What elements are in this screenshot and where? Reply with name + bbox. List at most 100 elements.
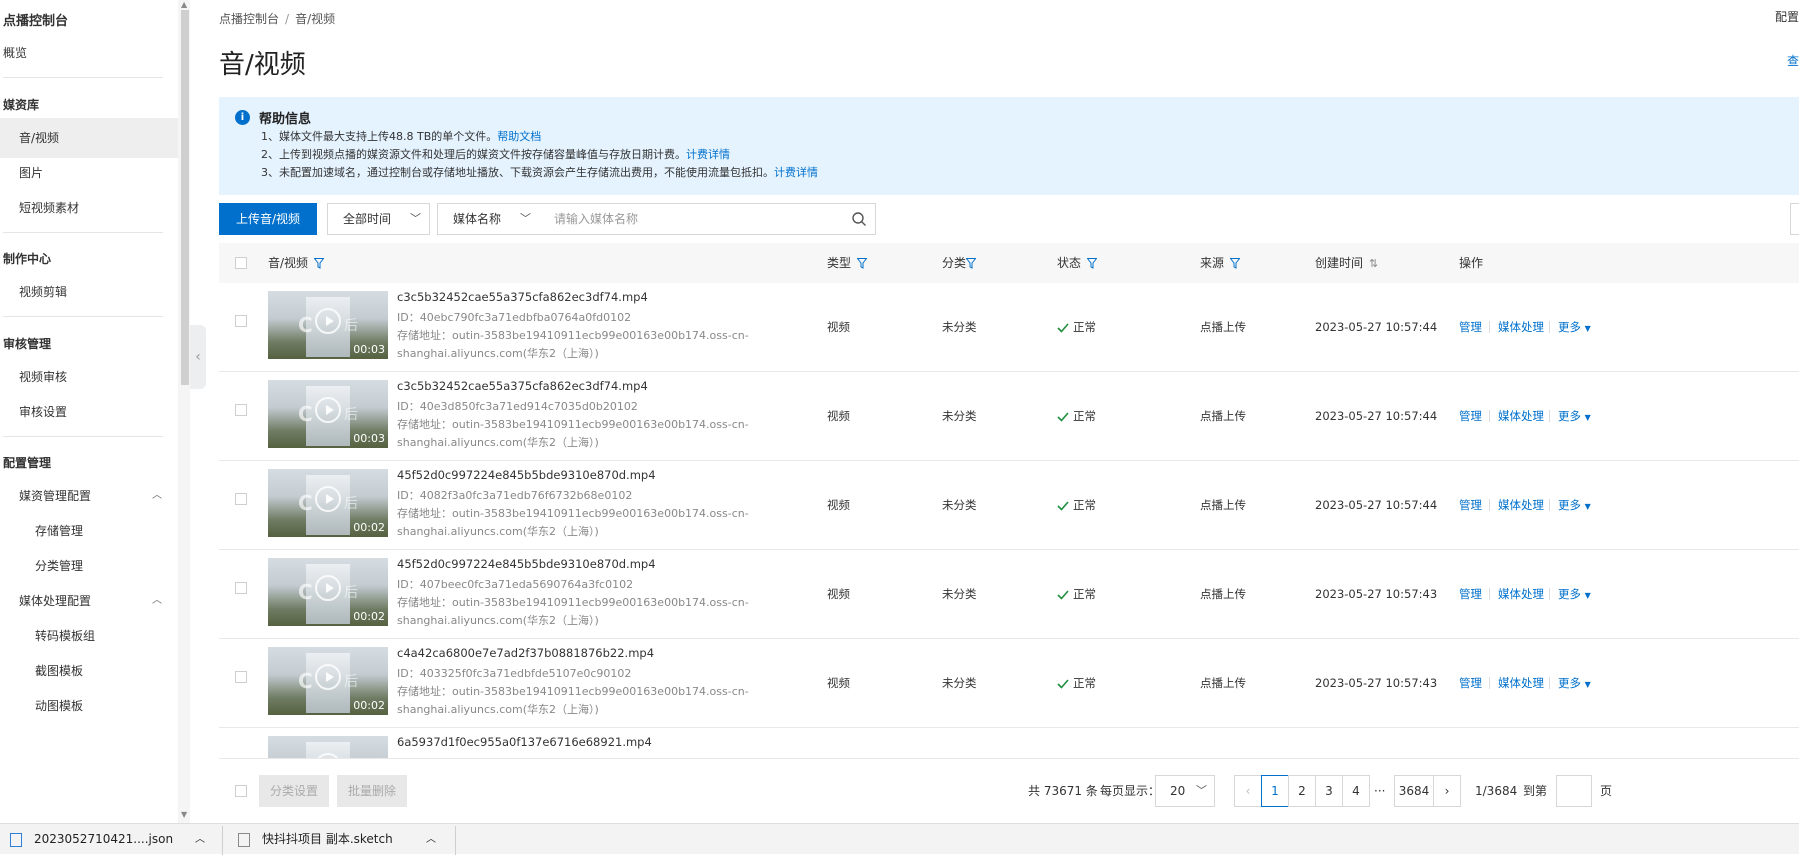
video-thumbnail[interactable]: C 后 00:03 xyxy=(268,291,388,359)
help-panel: i 帮助信息 1、媒体文件最大支持上传48.8 TB的单个文件。帮助文档 2、上… xyxy=(219,97,1799,195)
page-button[interactable]: 3 xyxy=(1315,775,1343,807)
column-status[interactable]: 状态 xyxy=(1057,243,1098,283)
page-button[interactable]: 2 xyxy=(1288,775,1316,807)
sidebar-item-video-editing[interactable]: 视频剪辑 xyxy=(3,272,178,312)
sidebar-item-video-review[interactable]: 视频审核 xyxy=(3,357,178,397)
sidebar-item-snapshot[interactable]: 截图模板 xyxy=(3,651,178,691)
manage-link[interactable]: 管理 xyxy=(1459,372,1482,461)
sidebar-item-short-video[interactable]: 短视频素材 xyxy=(3,188,178,228)
collapse-sidebar-button[interactable]: ‹ xyxy=(190,325,206,389)
filter-icon[interactable] xyxy=(314,258,325,269)
media-id: ID：403325f0fc3a71edbfde5107e0c90102 xyxy=(397,667,632,680)
filter-icon[interactable] xyxy=(857,258,868,269)
filter-icon[interactable] xyxy=(966,258,977,269)
media-filename[interactable]: 6a5937d1f0ec955a0f137e6716e68921.mp4 xyxy=(397,735,652,749)
billing-link[interactable]: 计费详情 xyxy=(686,148,730,161)
page-button[interactable]: 4 xyxy=(1342,775,1370,807)
time-filter-select[interactable]: 全部时间 ﹀ xyxy=(327,203,430,235)
search-placeholder: 请输入媒体名称 xyxy=(554,212,639,226)
more-link[interactable]: 更多 ▼ xyxy=(1558,372,1591,461)
help-doc-link[interactable]: 帮助文档 xyxy=(497,130,541,143)
per-page-select[interactable]: 20 ﹀ xyxy=(1155,775,1215,807)
goto-page-input[interactable] xyxy=(1556,775,1592,807)
breadcrumb-root[interactable]: 点播控制台 xyxy=(219,12,279,26)
name-filter-select[interactable]: 媒体名称 ﹀ xyxy=(437,203,540,235)
sort-icon[interactable]: ⇅ xyxy=(1369,257,1378,270)
row-checkbox[interactable] xyxy=(235,404,247,416)
search-input[interactable]: 请输入媒体名称 xyxy=(539,203,876,235)
scrollbar-thumb[interactable] xyxy=(181,10,189,385)
sidebar-item-category[interactable]: 分类管理 xyxy=(3,546,178,586)
column-type[interactable]: 类型 xyxy=(827,243,868,283)
media-filename[interactable]: c3c5b32452cae55a375cfa862ec3df74.mp4 xyxy=(397,379,648,393)
media-process-link[interactable]: 媒体处理 xyxy=(1498,372,1544,461)
column-created[interactable]: 创建时间 ⇅ xyxy=(1315,243,1378,283)
search-icon[interactable] xyxy=(851,211,867,227)
sidebar-item-transcode-group[interactable]: 转码模板组 xyxy=(3,616,178,656)
row-checkbox[interactable] xyxy=(235,315,247,327)
media-process-link[interactable]: 媒体处理 xyxy=(1498,550,1544,639)
media-process-link[interactable]: 媒体处理 xyxy=(1498,639,1544,728)
video-thumbnail[interactable]: C 后 00:02 xyxy=(268,647,388,715)
media-filename[interactable]: 45f52d0c997224e845b5bde9310e870d.mp4 xyxy=(397,557,656,571)
query-link[interactable]: 查 xyxy=(1787,52,1799,69)
filter-icon[interactable] xyxy=(1230,258,1241,269)
category-setting-button[interactable]: 分类设置 xyxy=(259,775,329,807)
video-thumbnail[interactable]: C 后 00:02 xyxy=(268,469,388,537)
sidebar-item-images[interactable]: 图片 xyxy=(3,153,178,193)
prev-page-button[interactable]: ‹ xyxy=(1234,775,1262,807)
footer-select-all-checkbox[interactable] xyxy=(235,785,247,797)
config-link[interactable]: 配置 xyxy=(1775,8,1799,25)
row-checkbox[interactable] xyxy=(235,493,247,505)
more-link[interactable]: 更多 ▼ xyxy=(1558,639,1591,728)
more-link[interactable]: 更多 ▼ xyxy=(1558,550,1591,639)
batch-delete-button[interactable]: 批量删除 xyxy=(337,775,407,807)
row-checkbox[interactable] xyxy=(235,671,247,683)
page-button[interactable]: 3684 xyxy=(1394,775,1434,807)
manage-link[interactable]: 管理 xyxy=(1459,639,1482,728)
upload-button[interactable]: 上传音/视频 xyxy=(219,203,317,235)
video-thumbnail[interactable]: C后 xyxy=(268,736,388,758)
next-page-button[interactable]: › xyxy=(1433,775,1461,807)
sidebar-item-review-settings[interactable]: 审核设置 xyxy=(3,392,178,432)
scroll-down-icon[interactable]: ▼ xyxy=(181,810,187,819)
sidebar-item-storage[interactable]: 存储管理 xyxy=(3,511,178,551)
download-item-sketch[interactable]: 快抖抖项目 副本.sketch ︿ xyxy=(238,824,453,855)
scroll-up-icon[interactable]: ▲ xyxy=(181,0,187,9)
column-source[interactable]: 来源 xyxy=(1200,243,1241,283)
right-toolbar-button[interactable] xyxy=(1790,203,1799,235)
chevron-up-icon[interactable]: ︿ xyxy=(426,824,436,855)
column-category[interactable]: 分类 xyxy=(942,243,977,283)
media-process-link[interactable]: 媒体处理 xyxy=(1498,461,1544,550)
sidebar-item-media-process-config[interactable]: 媒体处理配置 ︿ xyxy=(3,581,178,621)
thumbnail-watermark: 后 xyxy=(344,674,358,690)
media-process-link[interactable]: 媒体处理 xyxy=(1498,283,1544,372)
play-icon xyxy=(315,397,341,423)
download-item-json[interactable]: 2023052710421....json ︿ xyxy=(10,824,220,855)
media-filename[interactable]: c3c5b32452cae55a375cfa862ec3df74.mp4 xyxy=(397,290,648,304)
manage-link[interactable]: 管理 xyxy=(1459,283,1482,372)
chevron-up-icon[interactable]: ︿ xyxy=(195,824,205,855)
table-row: C 后 00:03 c3c5b32452cae55a375cfa862ec3df74.… xyxy=(219,283,1799,372)
column-media[interactable]: 音/视频 xyxy=(268,243,325,283)
more-link[interactable]: 更多 ▼ xyxy=(1558,461,1591,550)
video-thumbnail[interactable]: C 后 00:03 xyxy=(268,380,388,448)
manage-link[interactable]: 管理 xyxy=(1459,461,1482,550)
media-filename[interactable]: c4a42ca6800e7e7ad2f37b0881876b22.mp4 xyxy=(397,646,654,660)
more-link[interactable]: 更多 ▼ xyxy=(1558,283,1591,372)
video-thumbnail[interactable]: C 后 00:02 xyxy=(268,558,388,626)
select-all-checkbox[interactable] xyxy=(235,257,247,269)
sidebar-item-overview[interactable]: 概览 xyxy=(3,33,178,73)
chevron-up-icon: ︿ xyxy=(152,595,162,606)
media-id: ID：4082f3a0fc3a71edb76f6732b68e0102 xyxy=(397,489,633,502)
sidebar-item-audio-video[interactable]: 音/视频 xyxy=(0,118,178,158)
media-filename[interactable]: 45f52d0c997224e845b5bde9310e870d.mp4 xyxy=(397,468,656,482)
sidebar-item-media-mgmt-config[interactable]: 媒资管理配置 ︿ xyxy=(3,476,178,516)
row-checkbox[interactable] xyxy=(235,582,247,594)
billing-link[interactable]: 计费详情 xyxy=(774,166,818,179)
manage-link[interactable]: 管理 xyxy=(1459,550,1482,639)
filter-icon[interactable] xyxy=(1087,258,1098,269)
sidebar-item-animation[interactable]: 动图模板 xyxy=(3,686,178,726)
page-button[interactable]: 1 xyxy=(1261,775,1289,807)
table-row: C 后 00:02 45f52d0c997224e845b5bde9310e870d.… xyxy=(219,461,1799,550)
